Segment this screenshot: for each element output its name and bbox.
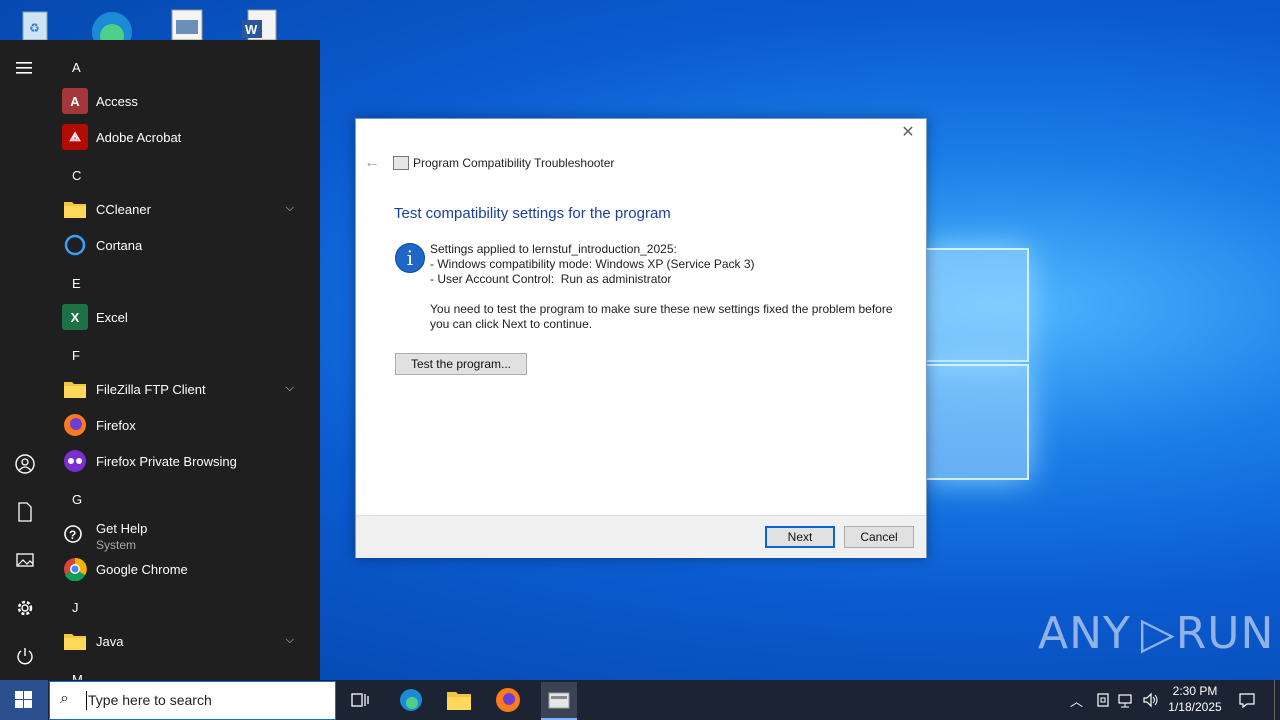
settings-gear-icon[interactable] — [13, 596, 37, 620]
app-label: Firefox Private Browsing — [96, 453, 237, 469]
show-hidden-icons-chevron-icon[interactable]: ︿ — [1070, 680, 1083, 720]
troubleshooter-taskbar-icon[interactable] — [541, 682, 577, 720]
app-item-ccleaner[interactable]: CCleaner ⌵ — [62, 192, 308, 226]
app-list: A A Access ⟁ Adobe Acrobat C CCleaner ⌵ … — [50, 40, 320, 680]
chevron-down-icon[interactable]: ⌵ — [286, 634, 294, 647]
app-item-google-chrome[interactable]: Google Chrome — [62, 552, 308, 586]
instruction-text: You need to test the program to make sur… — [430, 302, 893, 331]
chevron-down-icon[interactable]: ⌵ — [286, 382, 294, 395]
anyrun-watermark: ANY ▷RUN — [1038, 608, 1275, 659]
app-item-cortana[interactable]: Cortana — [62, 228, 308, 262]
settings-line: - User Account Control: Run as administr… — [430, 272, 672, 286]
next-button[interactable]: Next — [765, 526, 835, 548]
app-label: Adobe Acrobat — [96, 129, 182, 145]
app-item-access[interactable]: A Access — [62, 84, 308, 118]
cortana-icon — [62, 232, 88, 258]
app-item-filezilla[interactable]: FileZilla FTP Client ⌵ — [62, 372, 308, 406]
start-menu-rail — [0, 40, 50, 680]
firefox-icon — [62, 412, 88, 438]
settings-line: Settings applied to lernstuf_introductio… — [430, 242, 677, 256]
svg-text:W: W — [245, 22, 258, 37]
app-label: Excel — [96, 309, 128, 325]
acrobat-icon: ⟁ — [62, 124, 88, 150]
page-heading: Test compatibility settings for the prog… — [394, 205, 671, 222]
search-icon: ⌕ — [60, 690, 69, 707]
file-explorer-icon[interactable] — [443, 684, 475, 716]
test-program-button[interactable]: Test the program... — [395, 353, 527, 375]
svg-text:?: ? — [69, 528, 76, 542]
search-placeholder: Type here to search — [88, 692, 212, 708]
notifications-icon[interactable] — [1238, 680, 1256, 720]
letter-header-c[interactable]: C — [72, 168, 81, 183]
letter-header-f[interactable]: F — [72, 348, 80, 363]
app-label: CCleaner — [96, 201, 151, 217]
taskbar: ⌕ Type here to search ︿ 2:30 PM 1/18/202… — [0, 680, 1280, 720]
clock-time: 2:30 PM — [1172, 684, 1218, 698]
edge-desktop-icon[interactable] — [88, 6, 132, 52]
letter-header-a[interactable]: A — [72, 60, 81, 75]
close-icon[interactable]: ✕ — [898, 123, 918, 143]
app-label-group: Get Help System — [96, 521, 147, 552]
app-item-excel[interactable]: X Excel — [62, 300, 308, 334]
settings-applied-text: Settings applied to lernstuf_introductio… — [430, 242, 755, 287]
taskbar-clock[interactable]: 2:30 PM 1/18/2025 — [1160, 683, 1230, 715]
letter-header-e[interactable]: E — [72, 276, 81, 291]
firefox-taskbar-icon[interactable] — [492, 684, 524, 716]
folder-icon — [62, 628, 88, 654]
windows-start-icon — [15, 691, 32, 708]
info-icon: i — [395, 243, 425, 273]
dialog-footer: Next Cancel — [356, 515, 926, 558]
hamburger-menu-icon[interactable] — [13, 56, 37, 80]
cancel-button[interactable]: Cancel — [844, 526, 914, 548]
letter-header-m[interactable]: M — [72, 672, 83, 680]
recycle-bin-icon[interactable]: ♻ — [15, 6, 55, 41]
image-file-icon[interactable] — [170, 6, 210, 41]
edge-taskbar-icon[interactable] — [395, 684, 427, 716]
show-desktop-divider[interactable] — [1274, 680, 1275, 720]
power-icon[interactable] — [13, 644, 37, 668]
app-label: FileZilla FTP Client — [96, 381, 206, 397]
settings-line: - Windows compatibility mode: Windows XP… — [430, 257, 755, 271]
device-icon[interactable] — [1095, 680, 1111, 720]
app-label: Java — [96, 633, 124, 649]
text-caret — [86, 691, 87, 710]
chevron-down-icon[interactable]: ⌵ — [286, 202, 294, 215]
app-item-firefox[interactable]: Firefox — [62, 408, 308, 442]
app-item-adobe-acrobat[interactable]: ⟁ Adobe Acrobat — [62, 120, 308, 154]
back-arrow-icon[interactable]: ← — [364, 154, 380, 172]
folder-icon — [62, 196, 88, 222]
volume-icon[interactable] — [1142, 680, 1160, 720]
task-view-icon[interactable] — [344, 684, 376, 716]
app-label: Firefox — [96, 417, 136, 433]
svg-text:♻: ♻ — [29, 21, 40, 35]
letter-header-j[interactable]: J — [72, 600, 79, 615]
app-label: Get Help — [96, 520, 148, 536]
compatibility-troubleshooter-dialog: ✕ ← Program Compatibility Troubleshooter… — [355, 118, 927, 558]
documents-icon[interactable] — [13, 500, 37, 524]
app-label: Access — [96, 93, 138, 109]
start-button[interactable] — [0, 680, 48, 720]
app-label: Google Chrome — [96, 561, 188, 577]
folder-icon — [62, 376, 88, 402]
access-icon: A — [62, 88, 88, 114]
letter-header-g[interactable]: G — [72, 492, 82, 507]
troubleshooter-app-icon — [393, 156, 409, 170]
app-item-get-help[interactable]: ? Get Help System — [62, 516, 308, 556]
user-account-icon[interactable] — [13, 452, 37, 476]
word-file-icon[interactable]: W — [240, 6, 280, 41]
firefox-private-icon — [62, 448, 88, 474]
excel-icon: X — [62, 304, 88, 330]
app-item-firefox-private[interactable]: Firefox Private Browsing — [62, 444, 308, 478]
app-label: Cortana — [96, 237, 143, 253]
get-help-icon: ? — [62, 523, 88, 549]
clock-date: 1/18/2025 — [1168, 700, 1222, 714]
window-title: Program Compatibility Troubleshooter — [413, 156, 615, 170]
pictures-icon[interactable] — [13, 548, 37, 572]
taskbar-search-box[interactable]: ⌕ Type here to search — [49, 681, 336, 720]
start-menu: A A Access ⟁ Adobe Acrobat C CCleaner ⌵ … — [0, 40, 320, 680]
app-sublabel: System — [96, 537, 137, 552]
app-item-java[interactable]: Java ⌵ — [62, 624, 308, 658]
chrome-icon — [62, 556, 88, 582]
network-icon[interactable] — [1118, 680, 1136, 720]
